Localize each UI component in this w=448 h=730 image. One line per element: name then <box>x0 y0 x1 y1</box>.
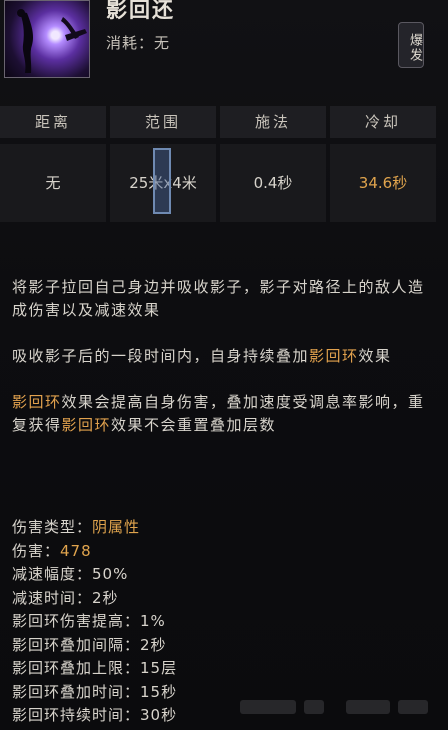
keyword-highlight: 影回环 <box>12 393 62 411</box>
attribute-value: 2秒 <box>92 588 119 607</box>
stat-value: 0.4秒 <box>220 144 326 222</box>
attribute-value: 阴属性 <box>92 518 141 536</box>
stat-header: 冷却 <box>330 106 436 138</box>
attribute-label: 影回环叠加时间： <box>12 682 141 701</box>
blurred-watermark <box>240 696 430 718</box>
stat-column-cooldown: 冷却 34.6秒 <box>330 106 436 228</box>
stat-value: 无 <box>0 144 106 222</box>
stat-header: 距离 <box>0 106 106 138</box>
skill-tooltip-panel: 影回还 消耗：无 爆发 距离 无 范围 25米x4米 施法 0.4秒 冷却 34… <box>0 0 448 730</box>
skill-header: 影回还 消耗：无 爆发 <box>0 0 448 90</box>
attribute-label: 影回环叠加间隔： <box>12 635 141 654</box>
description-text: 效果不会重置叠加层数 <box>111 416 277 434</box>
keyword-highlight: 影回环 <box>61 416 112 434</box>
description-paragraph: 影回环效果会提高自身伤害，叠加速度受调息率影响，重复获得影回环效果不会重置叠加层… <box>12 391 432 437</box>
attribute-value: 15层 <box>140 659 178 677</box>
skill-description: 将影子拉回自己身边并吸收影子，影子对路径上的敌人造成伤害以及减速效果 吸收影子后… <box>12 276 432 437</box>
stat-header: 范围 <box>110 106 216 138</box>
skill-name: 影回还 <box>106 0 175 22</box>
stat-column-cast: 施法 0.4秒 <box>220 106 326 228</box>
attribute-label: 影回环伤害提高： <box>12 612 141 630</box>
cost-label: 消耗： <box>106 34 155 52</box>
description-paragraph: 将影子拉回自己身边并吸收影子，影子对路径上的敌人造成伤害以及减速效果 <box>12 278 425 319</box>
attribute-row: 影回环叠加上限：15层 <box>12 657 312 681</box>
attribute-row: 影回环叠加间隔：2秒 <box>12 634 312 658</box>
attribute-value: 50% <box>92 565 129 583</box>
attribute-label: 伤害类型： <box>12 518 93 536</box>
description-paragraph: 吸收影子后的一段时间内，自身持续叠加影回环效果 <box>12 345 432 368</box>
attribute-value: 1% <box>140 612 166 630</box>
attribute-row: 伤害：478 <box>12 540 312 564</box>
keyword-highlight: 影回环 <box>309 347 359 365</box>
attribute-row: 影回环伤害提高：1% <box>12 610 312 634</box>
stat-value: 34.6秒 <box>330 144 436 222</box>
skill-cost: 消耗：无 <box>106 32 170 53</box>
skill-icon <box>4 0 90 78</box>
description-text: 效果 <box>358 347 392 365</box>
attribute-value: 30秒 <box>140 706 178 724</box>
attribute-value: 15秒 <box>140 682 178 701</box>
burst-tag: 爆发 <box>398 22 424 68</box>
attribute-value: 478 <box>60 541 92 560</box>
attribute-label: 影回环持续时间： <box>12 706 141 724</box>
attribute-label: 减速幅度： <box>12 565 93 583</box>
attribute-value: 2秒 <box>140 635 167 654</box>
description-text: 吸收影子后的一段时间内，自身持续叠加 <box>12 347 310 365</box>
selection-marker <box>153 148 171 214</box>
cost-value: 无 <box>154 34 171 52</box>
stat-column-distance: 距离 无 <box>0 106 106 228</box>
attribute-label: 影回环叠加上限： <box>12 659 141 677</box>
stats-table: 距离 无 范围 25米x4米 施法 0.4秒 冷却 34.6秒 <box>0 106 448 228</box>
attribute-row: 减速时间：2秒 <box>12 587 312 611</box>
attribute-row: 减速幅度：50% <box>12 563 312 587</box>
attribute-row: 伤害类型：阴属性 <box>12 516 312 540</box>
attribute-label: 伤害： <box>12 541 61 560</box>
stat-header: 施法 <box>220 106 326 138</box>
attribute-label: 减速时间： <box>12 588 93 607</box>
